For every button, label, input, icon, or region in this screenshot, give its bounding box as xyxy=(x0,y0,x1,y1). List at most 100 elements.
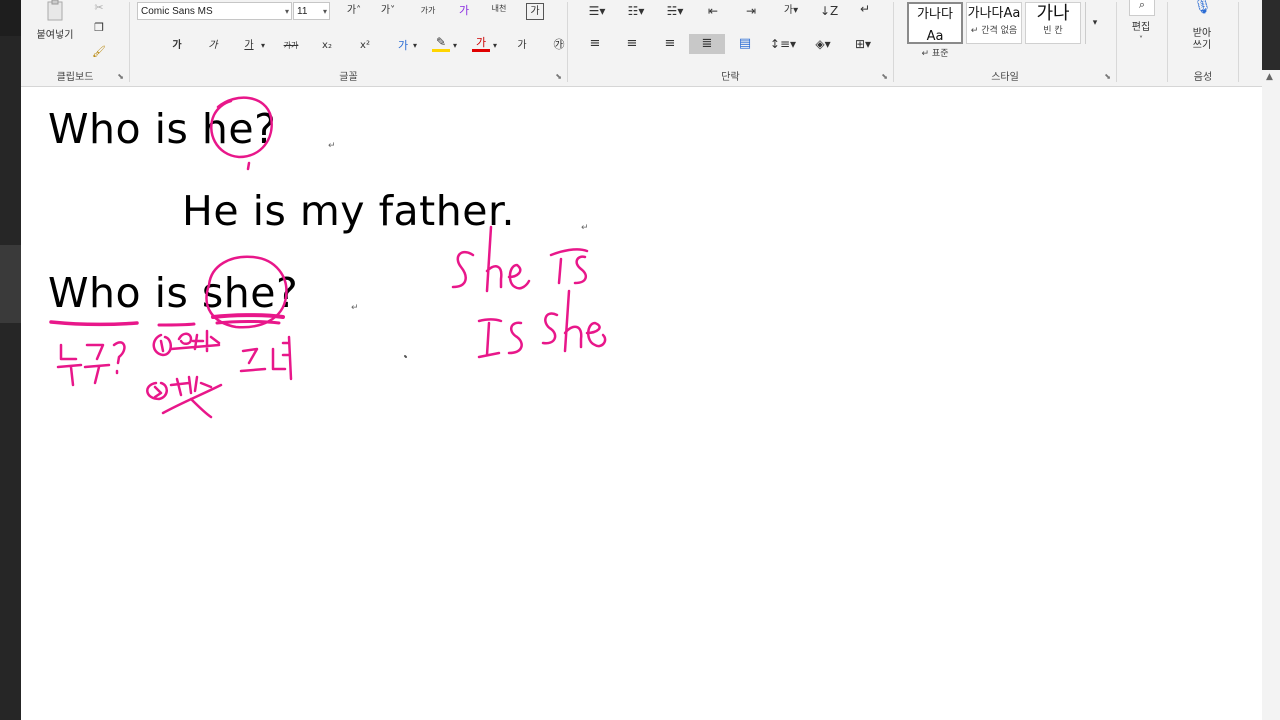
multilevel-list-button[interactable]: ☵▾ xyxy=(660,3,690,19)
ink-underline-who xyxy=(49,320,139,327)
chevron-down-icon[interactable]: ▾ xyxy=(410,38,420,54)
clear-format-button[interactable]: 가 xyxy=(453,3,475,19)
styles-group-label: 스타일 xyxy=(991,72,1019,83)
dictate-label-line2: 쓰기 xyxy=(1192,40,1212,51)
increase-indent-button[interactable]: ⇥ xyxy=(742,3,760,19)
vertical-scrollbar[interactable]: ▲ xyxy=(1262,70,1280,720)
style-normal-tile[interactable]: 가나다Aa ↵ 표준 xyxy=(907,2,963,59)
clipboard-group-label: 클립보드 xyxy=(56,72,94,83)
font-color-button[interactable]: 가 xyxy=(472,36,490,52)
grow-font-button[interactable]: 가˄ xyxy=(342,3,366,19)
search-icon[interactable]: ⌕ xyxy=(1129,0,1155,16)
editing-group: ⌕ 편집 ˅ xyxy=(1117,0,1167,86)
asian-layout-button[interactable]: 가▾ xyxy=(778,3,804,19)
scroll-up-icon[interactable]: ▲ xyxy=(1266,72,1273,82)
char-border-button[interactable]: 가 xyxy=(526,3,544,20)
decrease-indent-button[interactable]: ⇤ xyxy=(704,3,722,19)
chevron-down-icon[interactable]: ▾ xyxy=(450,38,460,54)
left-edge-segment xyxy=(0,245,21,323)
voice-group-label: 음성 xyxy=(1193,72,1213,83)
font-size-select[interactable]: 11 ▾ xyxy=(293,2,330,20)
left-window-edge xyxy=(0,0,21,720)
subscript-button[interactable]: x₂ xyxy=(318,38,336,54)
font-group: Comic Sans MS ▾ 11 ▾ 가˄ 가˅ 가가 가 내천 가 가 가 가… xyxy=(130,0,567,86)
cut-icon[interactable]: ✂ xyxy=(91,0,107,16)
ink-word-is-2 xyxy=(477,318,523,359)
enclose-chars-button[interactable]: ㉮ xyxy=(550,37,568,53)
ink-korean-she xyxy=(239,335,293,381)
underline-button[interactable]: 가 xyxy=(240,38,258,54)
style-no-spacing-tile[interactable]: 가나다Aa ↵ 간격 없음 xyxy=(966,2,1022,44)
paste-icon[interactable] xyxy=(43,0,67,24)
ink-korean-woman xyxy=(152,329,221,357)
justify-icon[interactable]: ≣ xyxy=(689,34,725,54)
document-page[interactable]: Who is he? ↵ He is my father. ↵ Who is s… xyxy=(21,87,1262,720)
font-group-label: 글꼴 xyxy=(339,72,358,83)
show-marks-icon[interactable]: ↵ xyxy=(856,1,874,17)
chevron-down-icon[interactable]: ˅ xyxy=(1135,32,1147,48)
dictate-button[interactable]: 받아 쓰기 xyxy=(1182,28,1222,52)
paste-button[interactable]: 붙여넣기 xyxy=(31,28,79,44)
highlight-icon[interactable]: ✎ xyxy=(432,36,450,52)
ink-underline-she-2 xyxy=(215,320,281,325)
change-case-button[interactable]: 가가 xyxy=(414,3,442,19)
ribbon: 붙여넣기 ✂ ❐ 🖌 클립보드 ⬊ Comic Sans MS ▾ 11 ▾ 가˄ … xyxy=(21,0,1262,87)
borders-icon[interactable]: ⊞▾ xyxy=(848,36,878,52)
shrink-font-button[interactable]: 가˅ xyxy=(376,3,400,19)
style-name: ↵ 간격 없음 xyxy=(970,26,1018,36)
microphone-icon[interactable]: 🎙 xyxy=(1193,0,1212,18)
format-painter-icon[interactable]: 🖌 xyxy=(91,44,107,60)
char-shading-button[interactable]: 가 xyxy=(513,38,531,54)
paragraph-group: ☰▾ ☷▾ ☵▾ ⇤ ⇥ 가▾ ↓Z ↵ ≡ ≡ ≡ ≣ ▤ ↕≡▾ ◈▾ ⊞▾… xyxy=(568,0,893,86)
font-launcher-icon[interactable]: ⬊ xyxy=(555,72,562,81)
style-preview: 가나다Aa xyxy=(917,7,953,44)
font-family-select[interactable]: Comic Sans MS ▾ xyxy=(137,2,292,20)
chevron-down-icon[interactable]: ▾ xyxy=(258,38,268,54)
ink-strike xyxy=(161,383,223,419)
styles-group: 가나다Aa ↵ 표준 가나다Aa ↵ 간격 없음 가나 빈 칸 ▾ 스타일 ⬊ xyxy=(894,0,1116,86)
distributed-icon[interactable]: ▤ xyxy=(736,36,754,52)
phonetic-guide-button[interactable]: 내천 xyxy=(486,1,512,17)
line-spacing-icon[interactable]: ↕≡▾ xyxy=(768,36,798,52)
bullets-button[interactable]: ☰▾ xyxy=(584,3,610,19)
ink-underline-she xyxy=(211,313,285,319)
style-heading-tile[interactable]: 가나 빈 칸 xyxy=(1025,2,1081,44)
superscript-button[interactable]: x² xyxy=(356,38,374,54)
paragraph-launcher-icon[interactable]: ⬊ xyxy=(881,72,888,81)
clipboard-launcher-icon[interactable]: ⬊ xyxy=(117,72,124,81)
ink-word-she-1 xyxy=(451,225,531,293)
ink-word-she-2 xyxy=(541,289,607,353)
strikethrough-button[interactable]: 가가 xyxy=(279,38,303,54)
styles-launcher-icon[interactable]: ⬊ xyxy=(1104,72,1111,81)
left-edge-segment xyxy=(0,0,21,36)
sort-button[interactable]: ↓Z xyxy=(820,3,838,19)
ink-tick xyxy=(246,161,251,171)
align-right-icon[interactable]: ≡ xyxy=(661,36,679,52)
numbering-button[interactable]: ☷▾ xyxy=(623,3,649,19)
ink-dot xyxy=(404,355,407,358)
shading-icon[interactable]: ◈▾ xyxy=(808,36,838,52)
ribbon-separator xyxy=(1238,2,1239,82)
paragraph-group-label: 단락 xyxy=(721,72,740,83)
dictate-label-line1: 받아 xyxy=(1192,28,1212,39)
ink-korean-nugu xyxy=(56,341,126,387)
font-family-value: Comic Sans MS xyxy=(141,6,213,17)
align-left-icon[interactable]: ≡ xyxy=(586,36,604,52)
copy-icon[interactable]: ❐ xyxy=(91,20,107,36)
chevron-down-icon: ▾ xyxy=(284,7,289,16)
bold-button[interactable]: 가 xyxy=(168,38,186,54)
ink-word-is-1 xyxy=(549,248,589,285)
font-size-value: 11 xyxy=(297,6,308,17)
italic-button[interactable]: 가 xyxy=(204,38,222,54)
style-preview: 가나 xyxy=(1036,3,1070,24)
chevron-down-icon: ▾ xyxy=(322,7,327,16)
styles-more-icon[interactable]: ▾ xyxy=(1085,2,1104,44)
ink-underline-is xyxy=(157,322,196,327)
pen-annotations xyxy=(49,96,607,419)
ink-circle-he xyxy=(210,96,273,159)
style-name: 빈 칸 xyxy=(1043,26,1063,36)
clipboard-group: 붙여넣기 ✂ ❐ 🖌 클립보드 ⬊ xyxy=(21,0,129,86)
style-name: ↵ 표준 xyxy=(921,49,949,59)
align-center-icon[interactable]: ≡ xyxy=(623,36,641,52)
chevron-down-icon[interactable]: ▾ xyxy=(490,38,500,54)
